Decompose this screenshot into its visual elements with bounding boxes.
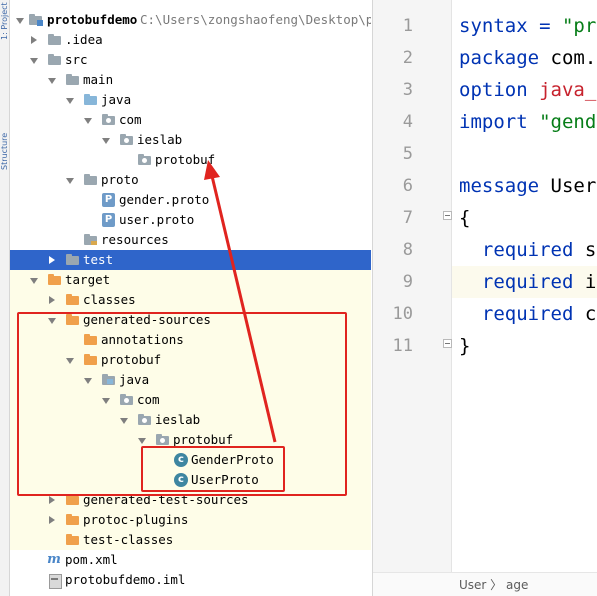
- code-token: package: [459, 47, 551, 69]
- code-token: required: [459, 239, 585, 261]
- code-token: com.: [550, 47, 597, 69]
- code-token: c: [584, 303, 597, 325]
- code-line-11[interactable]: }: [459, 330, 470, 362]
- line-number: 7: [402, 208, 413, 228]
- line-number: 1: [402, 16, 413, 36]
- code-token: syntax =: [459, 15, 562, 37]
- code-token: message: [459, 175, 551, 197]
- line-number: 8: [402, 240, 413, 260]
- code-editor[interactable]: 1 2 3 4 5 6 7 8 9 10 11 syntax = "pr pac…: [372, 0, 597, 596]
- code-line-7[interactable]: {: [459, 202, 470, 234]
- project-tree: protobufdemo C:\Users\zongshaofeng\Deskt…: [10, 0, 371, 596]
- line-number: 4: [402, 112, 413, 132]
- code-token: s: [584, 239, 597, 261]
- line-number: 11: [392, 336, 413, 356]
- code-token: "gend: [539, 111, 597, 133]
- line-number: 9: [402, 272, 413, 292]
- line-number: 10: [392, 304, 413, 324]
- code-token: import: [459, 111, 540, 133]
- code-line-10[interactable]: required c: [459, 298, 596, 330]
- line-number: 2: [402, 48, 413, 68]
- fold-marker-icon[interactable]: [443, 211, 452, 220]
- annotation-arrow: [204, 160, 277, 443]
- code-token: java_: [539, 79, 597, 101]
- annotation-arrow-head: [204, 160, 220, 180]
- code-line-4[interactable]: import "gend: [459, 106, 596, 138]
- code-token: {: [459, 207, 471, 229]
- line-number: 6: [402, 176, 413, 196]
- editor-breadcrumb[interactable]: User 〉 age: [373, 572, 597, 596]
- code-token: User: [550, 175, 597, 197]
- structure-tool-tab[interactable]: Structure: [0, 100, 9, 170]
- code-line-9[interactable]: required i: [459, 266, 596, 298]
- annotation-arrow-line: [210, 175, 277, 443]
- code-line-6[interactable]: message User: [459, 170, 596, 202]
- code-token: option: [459, 79, 540, 101]
- code-line-2[interactable]: package com.: [459, 42, 596, 74]
- tool-window-strip: 1: Project Structure: [0, 0, 10, 596]
- code-token: "pr: [561, 15, 597, 37]
- fold-marker-icon[interactable]: [443, 339, 452, 348]
- code-line-1[interactable]: syntax = "pr: [459, 10, 596, 42]
- code-token: i: [584, 271, 597, 293]
- line-number: 5: [402, 144, 413, 164]
- code-line-8[interactable]: required s: [459, 234, 596, 266]
- code-token: }: [459, 335, 471, 357]
- code-token: required: [459, 303, 585, 325]
- code-line-3[interactable]: option java_: [459, 74, 596, 106]
- project-tool-tab[interactable]: 1: Project: [0, 0, 9, 40]
- line-number: 3: [402, 80, 413, 100]
- code-token: required: [459, 271, 585, 293]
- breadcrumb-text[interactable]: User 〉 age: [459, 578, 528, 592]
